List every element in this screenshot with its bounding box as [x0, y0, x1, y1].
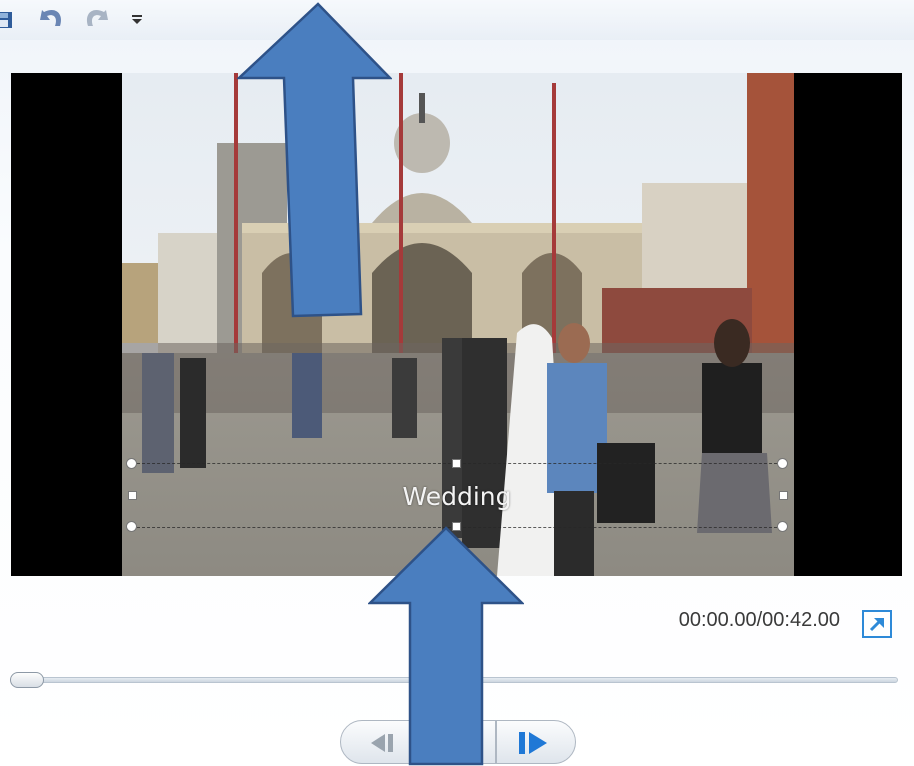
time-readout: 00:00.00/00:42.00 — [678, 609, 840, 631]
resize-handle-left[interactable] — [128, 491, 137, 500]
resize-handle-bottom-left[interactable] — [126, 521, 137, 532]
quick-access-toolbar — [0, 0, 914, 40]
undo-icon[interactable] — [36, 4, 70, 32]
resize-handle-right[interactable] — [779, 491, 788, 500]
caption-text[interactable]: Wedding — [132, 482, 782, 511]
resize-handle-bottom[interactable] — [452, 522, 461, 531]
resize-handle-top[interactable] — [452, 459, 461, 468]
resize-handle-top-left[interactable] — [126, 458, 137, 469]
resize-handle-bottom-right[interactable] — [777, 521, 788, 532]
play-button[interactable] — [418, 720, 496, 764]
previous-frame-icon — [371, 734, 393, 752]
next-frame-icon — [519, 732, 547, 754]
playback-controls — [340, 720, 576, 766]
previous-frame-button[interactable] — [340, 720, 418, 764]
save-icon[interactable] — [0, 4, 14, 32]
play-icon — [450, 733, 468, 753]
resize-handle-top-right[interactable] — [777, 458, 788, 469]
seek-bar-thumb[interactable] — [10, 672, 44, 688]
redo-icon[interactable] — [78, 4, 112, 32]
caption-text-box[interactable]: Wedding — [132, 463, 782, 528]
next-frame-button[interactable] — [496, 720, 576, 764]
fullscreen-icon[interactable] — [862, 610, 892, 638]
seek-bar-track[interactable] — [12, 677, 898, 683]
customize-toolbar-icon[interactable] — [124, 4, 150, 32]
